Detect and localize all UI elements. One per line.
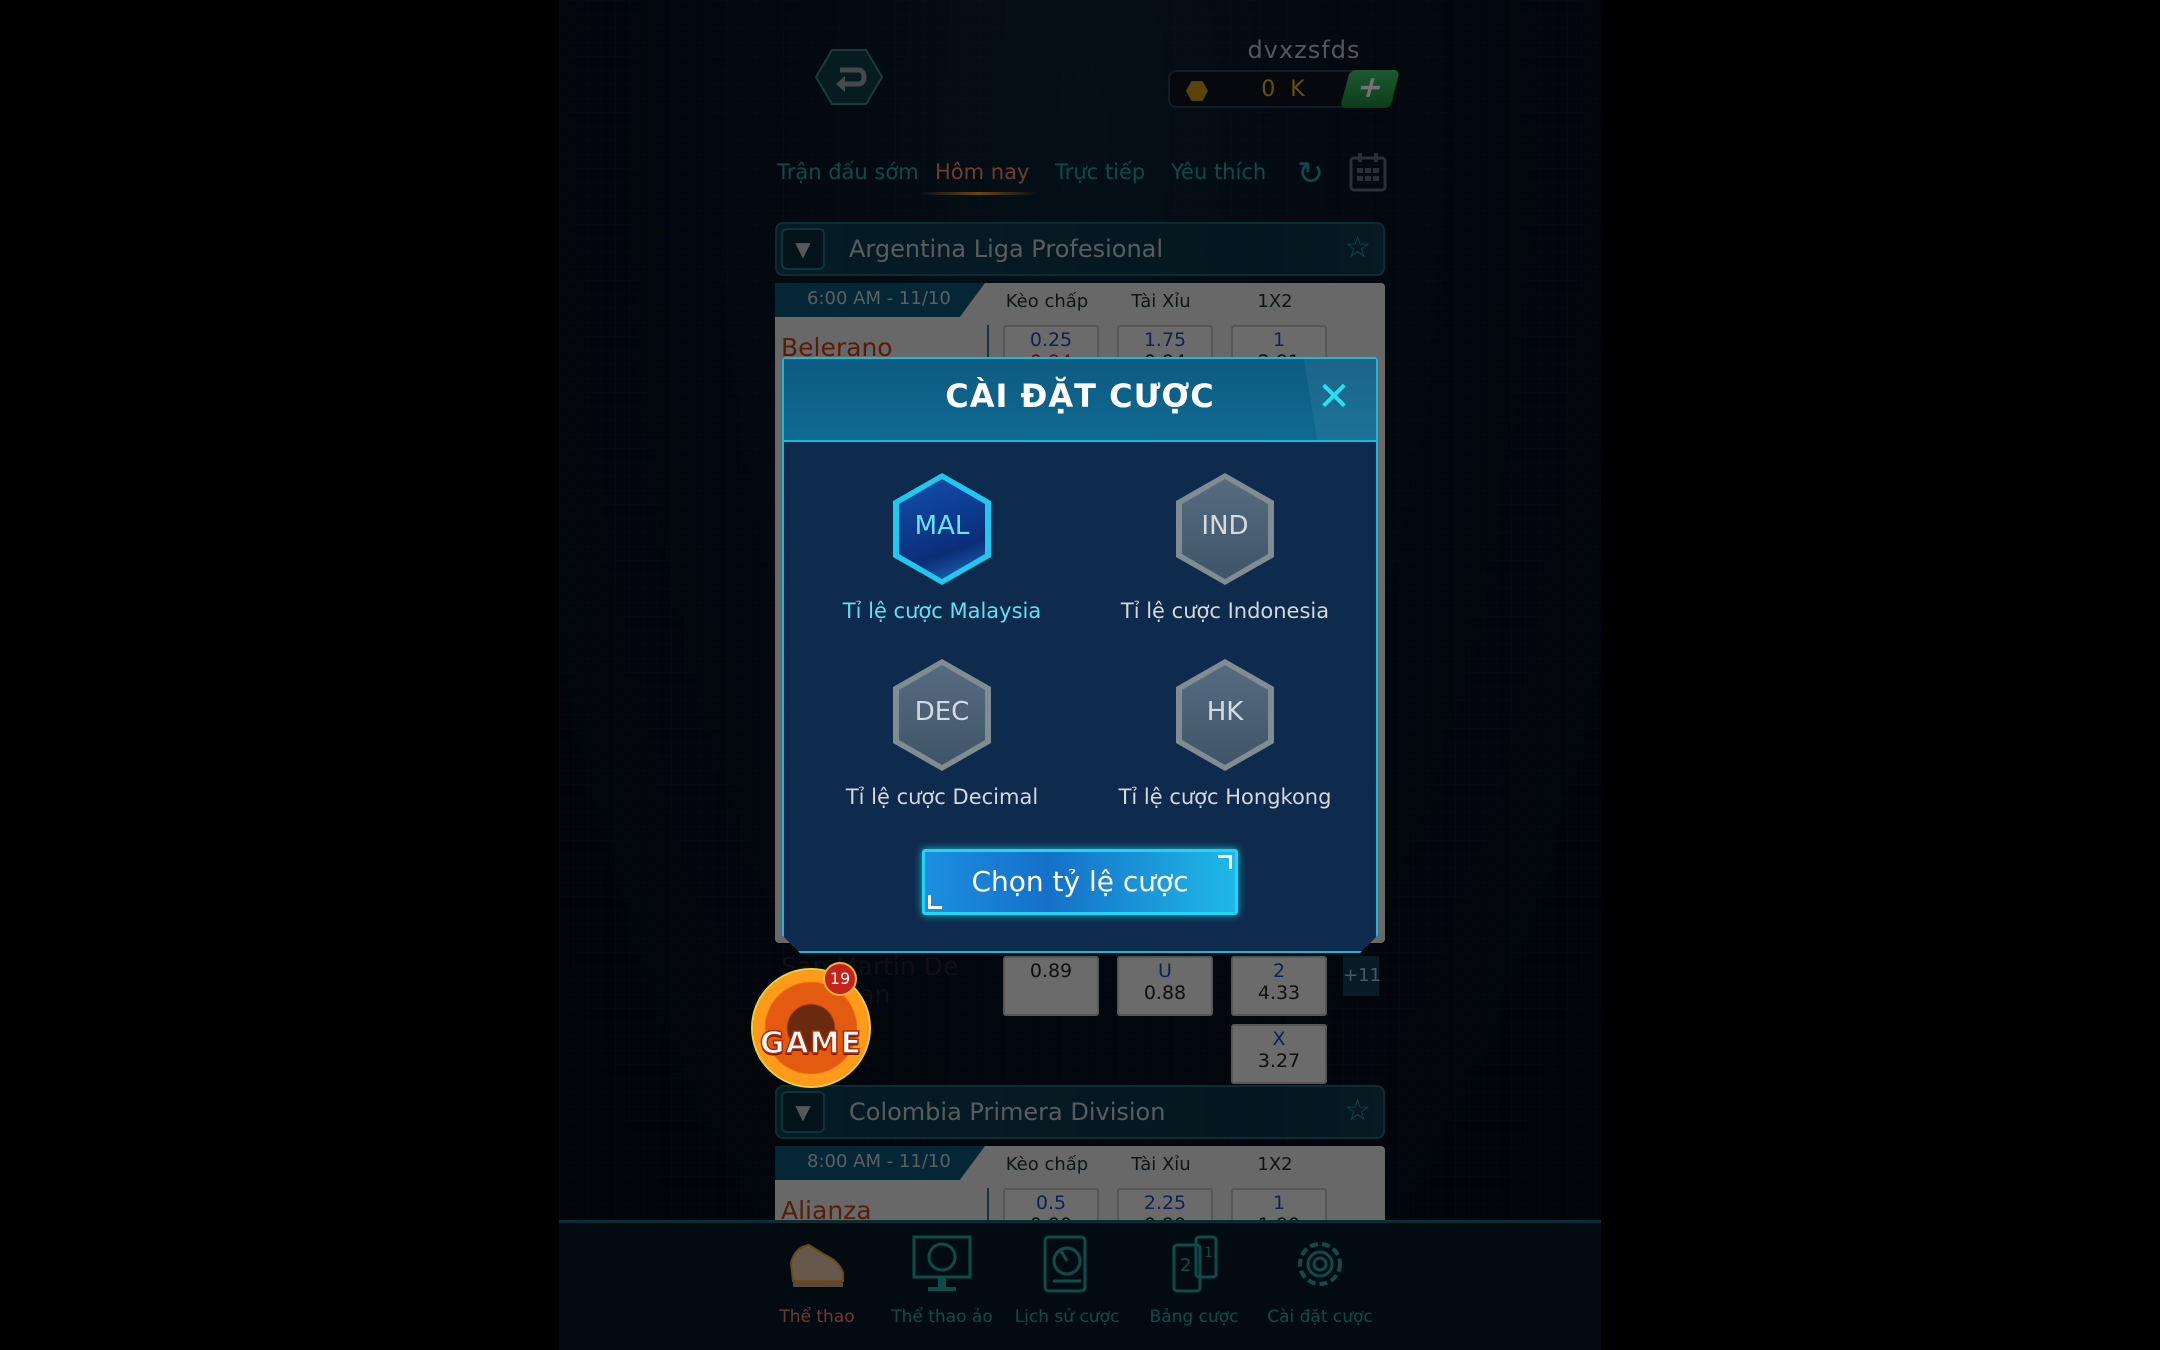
bet-settings-modal: CÀI ĐẶT CƯỢC ✕ MAL Tỉ lệ cược Malaysia I…: [782, 357, 1378, 953]
hexagon-badge-icon: MAL: [893, 473, 991, 585]
hexagon-badge-icon: HK: [1176, 659, 1274, 771]
odds-option-hongkong[interactable]: HK Tỉ lệ cược Hongkong: [1095, 659, 1355, 809]
notification-badge: 19: [823, 962, 857, 996]
odds-option-indonesia[interactable]: IND Tỉ lệ cược Indonesia: [1095, 473, 1355, 623]
choose-odds-button[interactable]: Chọn tỷ lệ cược: [922, 849, 1238, 915]
hexagon-badge-icon: DEC: [893, 659, 991, 771]
odds-option-malaysia[interactable]: MAL Tỉ lệ cược Malaysia: [812, 473, 1072, 623]
modal-header: CÀI ĐẶT CƯỢC ✕: [784, 359, 1376, 442]
modal-title: CÀI ĐẶT CƯỢC: [945, 377, 1215, 415]
hexagon-badge-icon: IND: [1176, 473, 1274, 585]
game-floating-button[interactable]: GAME 19: [751, 962, 871, 1088]
sports-betting-app: dvxzsfds 0 K + Trận đấu sớm Hôm nay Trực…: [559, 0, 1601, 1350]
odds-option-decimal[interactable]: DEC Tỉ lệ cược Decimal: [812, 659, 1072, 809]
game-label: GAME: [759, 1025, 863, 1062]
close-icon[interactable]: ✕: [1314, 375, 1354, 419]
